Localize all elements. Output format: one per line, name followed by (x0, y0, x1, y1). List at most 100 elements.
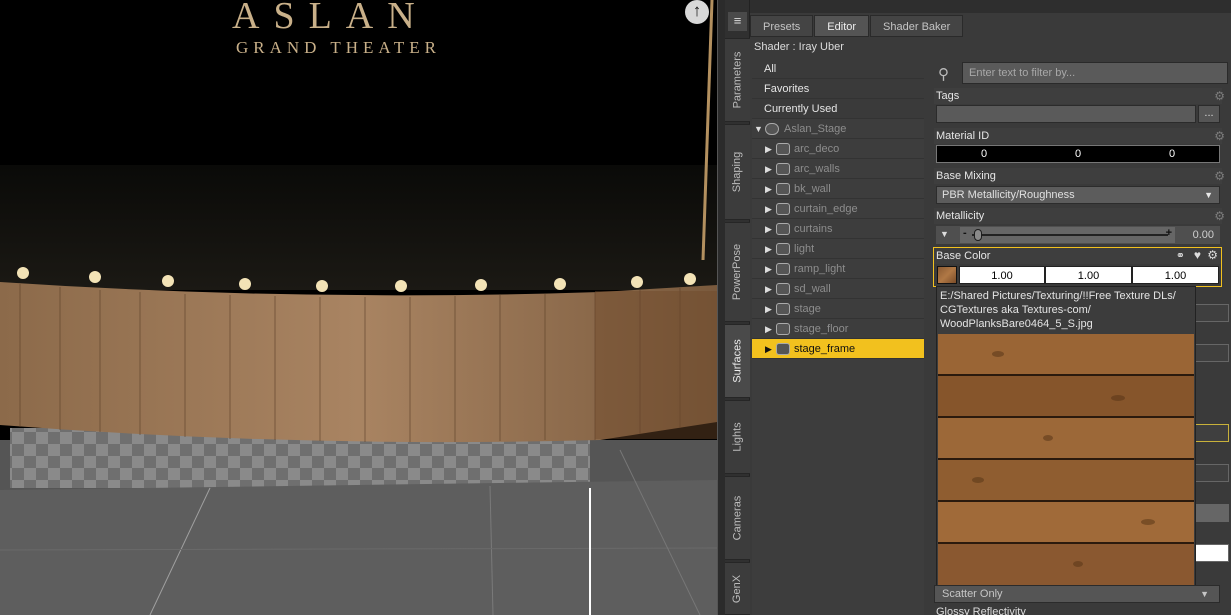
prop-base-color: Base Color ⚭ ♥ ⚙ 1.00 1.00 1.00 (933, 247, 1222, 287)
tree-root[interactable]: ▼ Aslan_Stage (752, 119, 924, 139)
expand-triangle-icon[interactable]: ▶ (765, 339, 772, 359)
tree-label: stage_floor (794, 323, 849, 335)
hidden-field[interactable] (1195, 504, 1229, 522)
tree-item[interactable]: ▶ arc_walls (752, 159, 924, 179)
prop-label: Glossy Reflectivity (936, 606, 1026, 615)
tree-item-selected[interactable]: ▶ stage_frame (752, 339, 924, 359)
gear-icon[interactable]: ⚙ (1207, 248, 1218, 262)
tree-item[interactable]: ▶ bk_wall (752, 179, 924, 199)
tree-label: bk_wall (794, 183, 831, 195)
tree-label: ramp_light (794, 263, 846, 275)
tree-item[interactable]: ▶ curtains (752, 219, 924, 239)
expand-triangle-icon[interactable]: ▼ (754, 119, 763, 139)
scene-render (0, 0, 717, 615)
surface-tree: All Favorites Currently Used ▼ Aslan_Sta… (752, 59, 924, 615)
tab-presets[interactable]: Presets (750, 15, 814, 37)
filter-input[interactable]: Enter text to filter by... (962, 62, 1228, 84)
hidden-field[interactable] (1195, 304, 1229, 322)
texture-swatch[interactable] (937, 266, 957, 284)
metallicity-value[interactable]: 0.00 (1193, 226, 1214, 244)
chevron-down-icon[interactable]: ▼ (940, 229, 949, 239)
expand-triangle-icon[interactable]: ▶ (765, 139, 772, 159)
slider-thumb[interactable] (974, 229, 982, 241)
material-id-b[interactable]: 0 (1125, 145, 1219, 163)
tree-item[interactable]: ▶ light (752, 239, 924, 259)
tab-label: Shaping (731, 151, 744, 193)
tree-item[interactable]: ▶ stage (752, 299, 924, 319)
theater-title: ASLAN (232, 0, 429, 37)
tab-label: PowerPose (731, 243, 744, 301)
surface-icon (776, 163, 790, 175)
tree-category-currently-used[interactable]: Currently Used (752, 99, 924, 119)
expand-triangle-icon[interactable]: ▶ (765, 199, 772, 219)
expand-triangle-icon[interactable]: ▶ (765, 259, 772, 279)
hidden-field[interactable] (1195, 464, 1229, 482)
base-mixing-select[interactable]: PBR Metallicity/Roughness ▼ (936, 186, 1220, 204)
slider-minus-icon[interactable]: - (963, 227, 967, 239)
tree-item[interactable]: ▶ ramp_light (752, 259, 924, 279)
tab-genx[interactable]: GenX (725, 562, 750, 615)
surface-icon (776, 223, 790, 235)
panel-title-strip (750, 0, 1231, 13)
expand-triangle-icon[interactable]: ▶ (765, 299, 772, 319)
expand-triangle-icon[interactable]: ▶ (765, 159, 772, 179)
texture-tooltip: E:/Shared Pictures/Texturing/!!Free Text… (936, 286, 1196, 586)
tab-editor[interactable]: Editor (814, 15, 870, 37)
surface-icon (776, 323, 790, 335)
heart-icon[interactable]: ♥ (1194, 248, 1201, 262)
tab-shader-baker[interactable]: Shader Baker (870, 15, 964, 37)
base-color-g[interactable]: 1.00 (1045, 266, 1132, 284)
tree-label: Aslan_Stage (784, 123, 847, 135)
gear-icon[interactable]: ⚙ (1214, 129, 1225, 143)
texture-preview (938, 334, 1194, 585)
expand-triangle-icon[interactable]: ▶ (765, 219, 772, 239)
gear-icon[interactable]: ⚙ (1214, 209, 1225, 223)
tab-shaping[interactable]: Shaping (725, 124, 750, 220)
surface-icon (776, 263, 790, 275)
tab-cameras[interactable]: Cameras (725, 476, 750, 560)
expand-triangle-icon[interactable]: ▶ (765, 279, 772, 299)
scatter-select[interactable]: Scatter Only ▼ (934, 585, 1220, 603)
tab-powerpose[interactable]: PowerPose (725, 222, 750, 322)
chevron-down-icon: ▼ (1204, 190, 1213, 200)
tags-browse-button[interactable]: ... (1198, 105, 1220, 123)
link-icon[interactable]: ⚭ (1176, 249, 1185, 262)
hidden-field[interactable] (1195, 344, 1229, 362)
expand-triangle-icon[interactable]: ▶ (765, 179, 772, 199)
prop-label: Tags (934, 88, 1222, 104)
material-id-g[interactable]: 0 (1031, 145, 1125, 163)
tree-item[interactable]: ▶ curtain_edge (752, 199, 924, 219)
expand-triangle-icon[interactable]: ▶ (765, 319, 772, 339)
gear-icon[interactable]: ⚙ (1214, 169, 1225, 183)
metallicity-slider[interactable]: - + (960, 227, 1175, 243)
base-color-b[interactable]: 1.00 (1132, 266, 1219, 284)
tree-category-all[interactable]: All (752, 59, 924, 79)
material-id-r[interactable]: 0 (937, 145, 1031, 163)
tree-label: stage (794, 303, 821, 315)
tree-label: arc_deco (794, 143, 840, 155)
tab-label: Surfaces (731, 339, 744, 383)
hidden-field[interactable] (1195, 424, 1229, 442)
slider-track-line (972, 234, 1168, 236)
hidden-field[interactable] (1195, 544, 1229, 562)
base-color-r[interactable]: 1.00 (959, 266, 1045, 284)
panel-tabbar: Presets Editor Shader Baker (750, 15, 1231, 37)
tree-item[interactable]: ▶ sd_wall (752, 279, 924, 299)
menu-icon[interactable]: ≡ (728, 12, 747, 31)
arrow-up-circle-icon[interactable]: ↑ (685, 0, 709, 24)
tab-parameters[interactable]: Parameters (725, 38, 750, 122)
tree-item[interactable]: ▶ stage_floor (752, 319, 924, 339)
tree-label: stage_frame (794, 343, 856, 355)
tree-item[interactable]: ▶ arc_deco (752, 139, 924, 159)
gear-icon[interactable]: ⚙ (1214, 89, 1225, 103)
tab-surfaces[interactable]: Surfaces (725, 324, 750, 398)
theater-subtitle: GRAND THEATER (236, 38, 441, 57)
tab-lights[interactable]: Lights (725, 400, 750, 474)
tab-label: GenX (731, 574, 744, 603)
tree-category-favorites[interactable]: Favorites (752, 79, 924, 99)
panel-splitter[interactable] (717, 0, 725, 615)
3d-viewport[interactable]: ASLAN GRAND THEATER ↑ (0, 0, 717, 615)
expand-triangle-icon[interactable]: ▶ (765, 239, 772, 259)
slider-plus-icon[interactable]: + (1166, 227, 1172, 239)
tags-field[interactable] (936, 105, 1196, 123)
